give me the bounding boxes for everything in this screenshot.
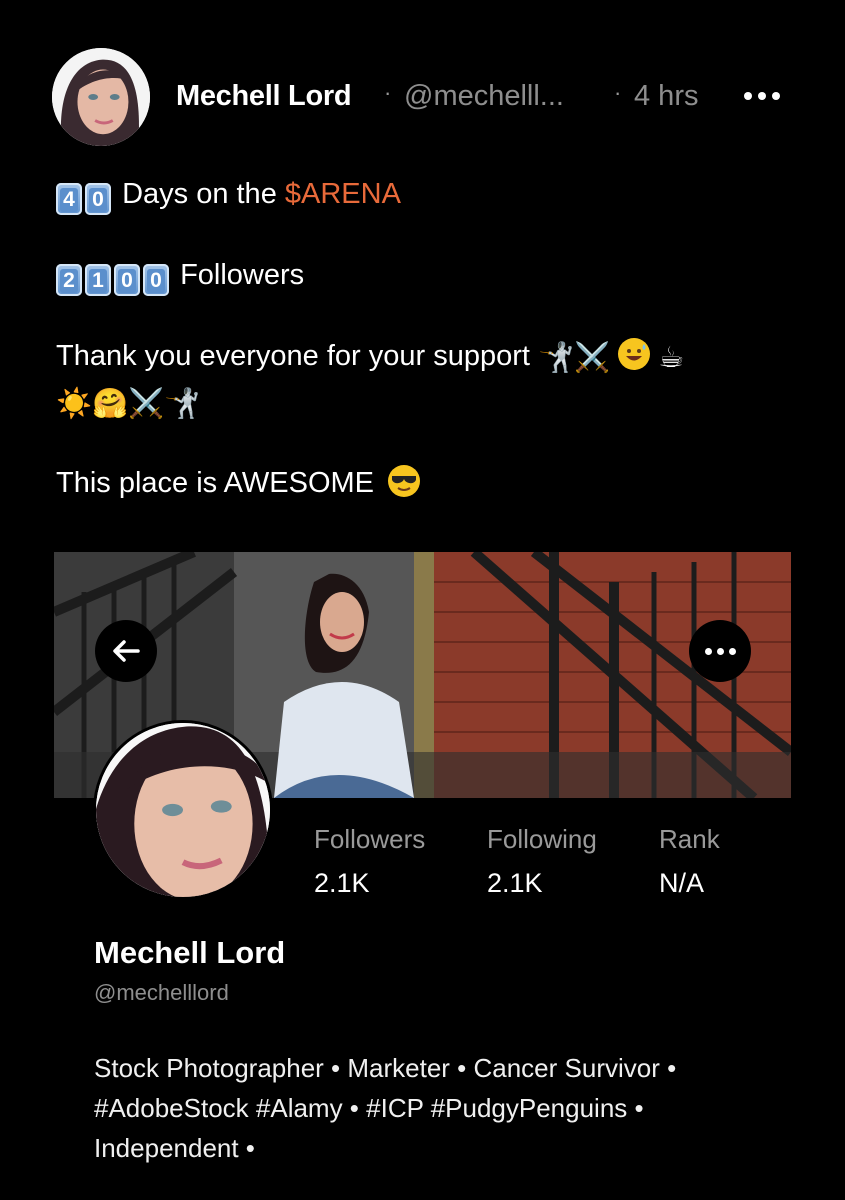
post-line-days: 40 Days on the $ARENA	[56, 176, 401, 215]
back-arrow-button[interactable]	[95, 620, 157, 682]
more-options-icon[interactable]	[744, 84, 790, 108]
arrow-left-icon	[113, 640, 140, 662]
keycap-digit: 0	[114, 264, 140, 296]
post-line-emojis: ☀️🤗⚔️🤺	[56, 384, 200, 422]
fencer-swords-emoji-icon: 🤺⚔️	[538, 342, 611, 374]
followers-stat-value[interactable]: 2.1K	[314, 868, 370, 899]
arena-ticker-link[interactable]: $ARENA	[285, 178, 401, 210]
sun-hug-swords-fencer-emoji-icon: ☀️🤗⚔️🤺	[56, 388, 201, 420]
separator-dot: ·	[384, 80, 392, 105]
keycap-digit: 0	[85, 183, 111, 215]
keycap-digit: 0	[143, 264, 169, 296]
followers-text: Followers	[180, 259, 305, 291]
separator-dot: ·	[614, 80, 622, 105]
keycap-digit: 1	[85, 264, 111, 296]
sunglasses-emoji-icon	[388, 465, 421, 497]
post-line-followers: 2100 Followers	[56, 257, 304, 296]
following-stat-label[interactable]: Following	[487, 824, 597, 855]
card-more-options-button[interactable]	[689, 620, 751, 682]
profile-bio: Stock Photographer • Marketer • Cancer S…	[94, 1053, 677, 1163]
profile-name[interactable]: Mechell Lord	[94, 935, 285, 971]
post-line-awesome: This place is AWESOME	[56, 465, 421, 501]
author-avatar[interactable]	[52, 48, 150, 146]
post-time: 4 hrs	[634, 80, 699, 112]
author-name[interactable]: Mechell Lord	[176, 80, 352, 113]
profile-handle[interactable]: @mechelllord	[94, 980, 229, 1006]
thanks-text: Thank you everyone for your support	[56, 340, 530, 372]
keycap-digit: 2	[56, 264, 82, 296]
keycap-digit: 4	[56, 183, 82, 215]
followers-stat-label[interactable]: Followers	[314, 824, 425, 855]
grinning-sweat-emoji-icon	[618, 338, 651, 370]
following-stat-value[interactable]: 2.1K	[487, 868, 543, 899]
profile-avatar[interactable]	[93, 720, 273, 900]
rank-stat-value: N/A	[659, 868, 705, 898]
author-handle[interactable]: @mechelll...	[404, 80, 564, 113]
days-text: Days on the	[122, 178, 285, 210]
post-line-thanks: Thank you everyone for your support 🤺⚔️ …	[56, 338, 684, 376]
coffee-emoji-icon: ☕	[658, 342, 685, 374]
rank-stat-label: Rank	[659, 824, 720, 854]
awesome-text: This place is AWESOME	[56, 467, 375, 499]
post-header: Mechell Lord · @mechelll... · 4 hrs	[0, 0, 845, 150]
